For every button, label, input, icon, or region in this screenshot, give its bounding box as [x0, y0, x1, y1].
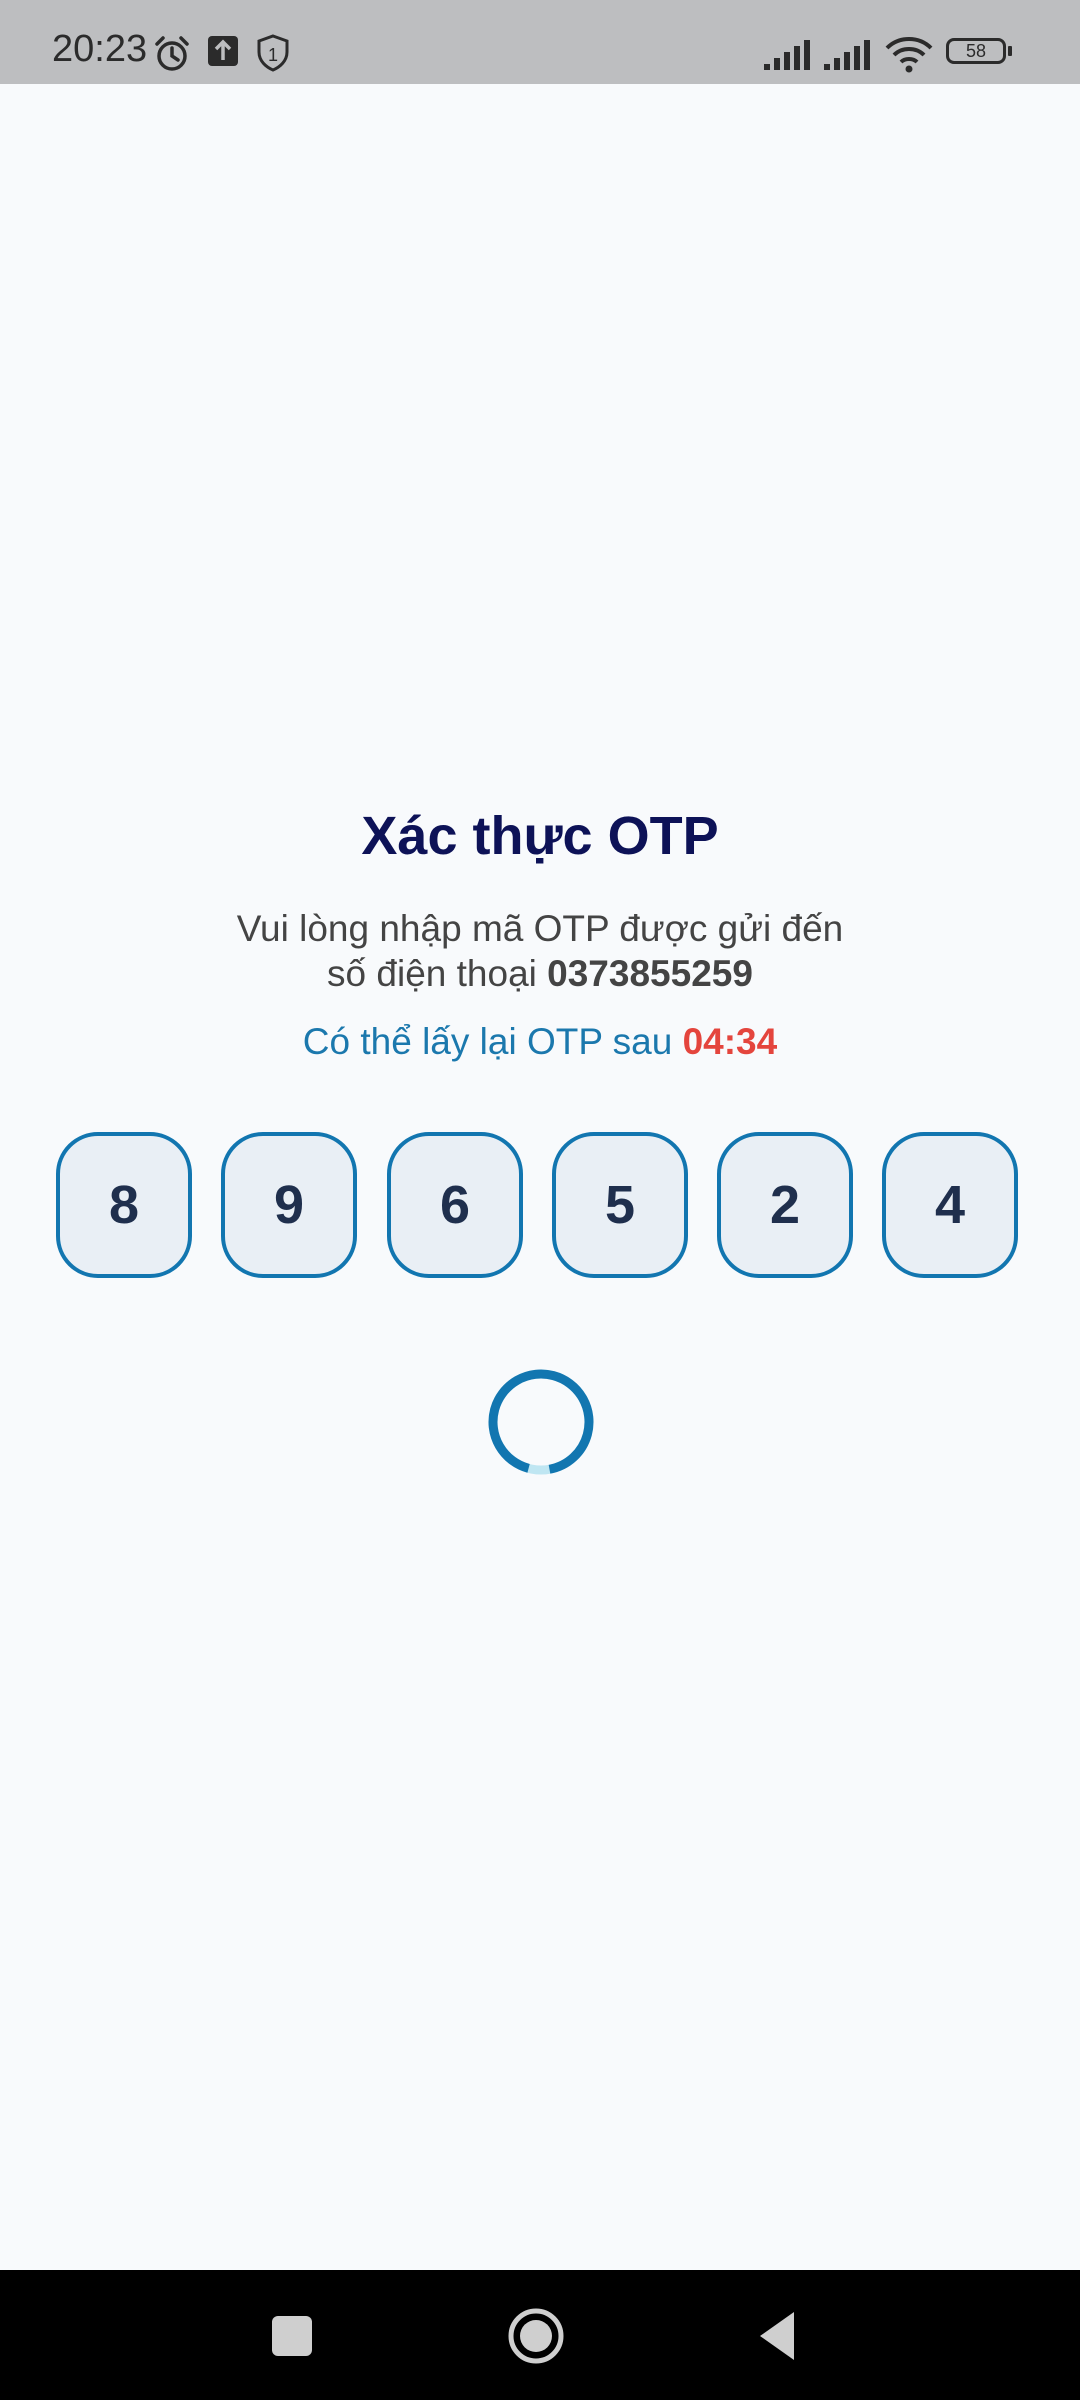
svg-text:1: 1 — [268, 45, 278, 65]
otp-digit-4[interactable]: 5 — [552, 1132, 688, 1278]
navigation-bar — [0, 2270, 1080, 2400]
status-time: 20:23 — [52, 28, 148, 70]
page-title: Xác thực OTP — [361, 806, 719, 866]
otp-description: Vui lòng nhập mã OTP được gửi đến số điệ… — [0, 906, 1080, 996]
description-line-2: số điện thoại 0373855259 — [0, 951, 1080, 996]
otp-digit-1[interactable]: 8 — [56, 1132, 192, 1278]
otp-digit-2[interactable]: 9 — [221, 1132, 357, 1278]
otp-digit-6[interactable]: 4 — [882, 1132, 1018, 1278]
loading-spinner — [488, 1369, 594, 1475]
description-line-1: Vui lòng nhập mã OTP được gửi đến — [236, 908, 844, 949]
back-icon[interactable] — [748, 2304, 812, 2368]
otp-digit-3[interactable]: 6 — [387, 1132, 523, 1278]
signal-icon — [764, 40, 810, 70]
resend-label: Có thể lấy lại OTP sau — [302, 1021, 683, 1062]
otp-digit-5[interactable]: 2 — [717, 1132, 853, 1278]
phone-number: 0373855259 — [547, 953, 753, 994]
battery-level: 58 — [965, 40, 987, 61]
battery-icon: 58 — [946, 38, 1014, 68]
otp-screen: Xác thực OTP Vui lòng nhập mã OTP được g… — [0, 84, 1080, 2270]
alarm-icon — [155, 36, 189, 71]
signal-icon — [824, 40, 870, 70]
shield-icon: 1 — [257, 34, 289, 72]
resend-timer: 04:34 — [682, 1021, 778, 1062]
resend-info: Có thể lấy lại OTP sau 04:34 — [0, 1019, 1080, 1064]
status-bar: 20:23 1 58 — [0, 0, 1080, 84]
upload-icon — [208, 36, 238, 66]
home-icon[interactable] — [504, 2304, 568, 2368]
recents-icon[interactable] — [260, 2304, 324, 2368]
wifi-icon — [885, 37, 933, 73]
description-prefix: số điện thoại — [327, 953, 548, 994]
